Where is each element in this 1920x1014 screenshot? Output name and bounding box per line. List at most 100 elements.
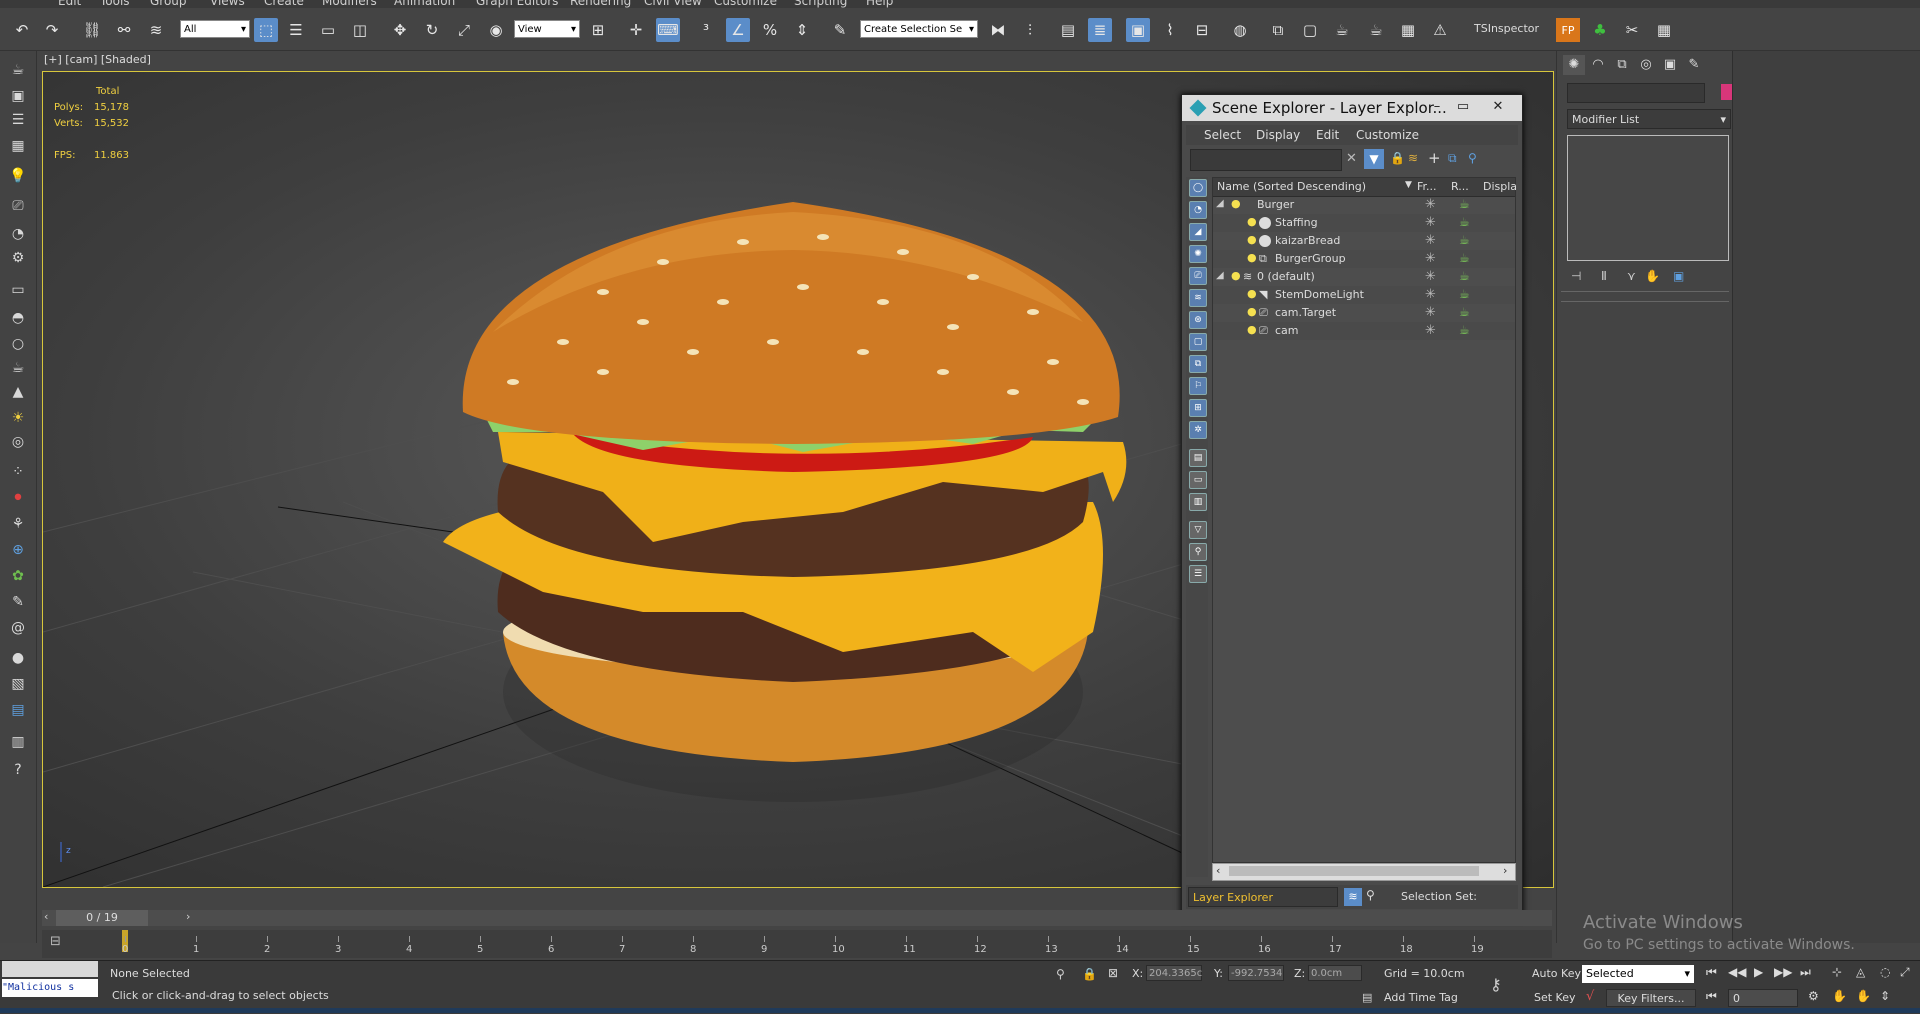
- teapot-icon[interactable]: ☕: [7, 59, 29, 81]
- molecule-icon[interactable]: ⚫: [7, 487, 29, 509]
- menu-edit[interactable]: Edit: [58, 0, 81, 8]
- hierarchy-mode-icon[interactable]: ⚲: [1366, 888, 1375, 902]
- table-icon[interactable]: ▦: [7, 135, 29, 157]
- menu-scripting[interactable]: Scripting: [794, 0, 847, 8]
- edit-named-selection-icon[interactable]: ✎: [828, 18, 852, 42]
- pin-stack-icon[interactable]: ⊣: [1571, 269, 1581, 283]
- light-bulb-icon[interactable]: 💡: [7, 165, 29, 187]
- dome-icon[interactable]: ◓: [7, 307, 29, 329]
- select-none-icon[interactable]: ▭: [1189, 471, 1207, 489]
- tree-row[interactable]: ◢ ● ≋ 0 (default) ✳ ☕: [1213, 268, 1515, 286]
- sphere-solid-icon[interactable]: ●: [7, 647, 29, 669]
- field-of-view-icon[interactable]: ◬: [1856, 965, 1865, 979]
- walkthrough-icon[interactable]: ✋: [1832, 989, 1847, 1003]
- render-frame-icon[interactable]: ▣: [7, 85, 29, 107]
- tree-row[interactable]: ● ⧉ BurgerGroup ✳ ☕: [1213, 250, 1515, 268]
- select-by-name-icon[interactable]: ☰: [284, 18, 308, 42]
- move-icon[interactable]: ✥: [388, 18, 412, 42]
- render-teapot-icon[interactable]: ☕: [1459, 251, 1470, 265]
- auto-key-button[interactable]: Auto Key: [1532, 967, 1581, 980]
- light-bulb-icon[interactable]: ●: [1247, 215, 1257, 228]
- layer-manager-icon[interactable]: ▤: [1056, 18, 1080, 42]
- render-icon[interactable]: ☕: [1330, 18, 1354, 42]
- time-tag-icon[interactable]: ▤: [1362, 991, 1372, 1004]
- curve-editor-mini-icon[interactable]: ⊟: [50, 934, 61, 949]
- horizontal-scrollbar[interactable]: ‹ ›: [1212, 863, 1516, 881]
- tree-icon[interactable]: ♣: [1588, 18, 1612, 42]
- add-layer-icon[interactable]: +: [1428, 149, 1441, 167]
- display-frozen-icon[interactable]: ✲: [1189, 421, 1207, 439]
- align-icon[interactable]: ⫶: [1018, 18, 1042, 42]
- utilities-tab-icon[interactable]: ✎: [1683, 55, 1705, 75]
- next-frame-icon[interactable]: ›: [186, 910, 190, 923]
- time-slider-thumb[interactable]: 0 / 19: [56, 910, 148, 926]
- dolly-icon[interactable]: ⇕: [1880, 989, 1890, 1003]
- zoom-extents-icon[interactable]: ⊹: [1832, 965, 1842, 979]
- display-groups-icon[interactable]: ▢: [1189, 333, 1207, 351]
- display-containers-icon[interactable]: ⊞: [1189, 399, 1207, 417]
- key-mode-icon[interactable]: √: [1586, 989, 1594, 1004]
- display-shapes-icon[interactable]: ◢: [1189, 223, 1207, 241]
- add-time-tag[interactable]: Add Time Tag: [1384, 991, 1458, 1004]
- maximize-viewport-icon[interactable]: ⤢: [1900, 965, 1910, 980]
- se-menu-display[interactable]: Display: [1256, 128, 1300, 142]
- link-icon[interactable]: ⛓: [80, 18, 104, 42]
- globe-icon[interactable]: ⊕: [7, 539, 29, 561]
- tree-row[interactable]: ● ⎚ cam.Target ✳ ☕: [1213, 304, 1515, 322]
- rotate-icon[interactable]: ↻: [420, 18, 444, 42]
- object-name-field[interactable]: [1567, 83, 1705, 103]
- scroll-left-icon[interactable]: ‹: [1216, 864, 1220, 877]
- video-icon[interactable]: ⚙: [7, 247, 29, 269]
- isolate-icon[interactable]: ⚲: [1056, 967, 1065, 981]
- render-cloud-icon[interactable]: ▦: [1396, 18, 1420, 42]
- render-teapot-icon[interactable]: ☕: [1459, 323, 1470, 337]
- scroll-right-icon[interactable]: ›: [1503, 864, 1507, 877]
- named-selection-dropdown[interactable]: Create Selection Se: [860, 20, 978, 39]
- key-mode-toggle-icon[interactable]: ⏮: [1706, 989, 1717, 1004]
- hierarchy-icon[interactable]: ☰: [1189, 565, 1207, 583]
- play-icon[interactable]: ▶: [1754, 965, 1763, 979]
- menu-group[interactable]: Group: [150, 0, 187, 8]
- menu-civil-view[interactable]: Civil View: [644, 0, 702, 8]
- next-frame-icon[interactable]: ▶▶: [1774, 965, 1792, 979]
- display-helpers-icon[interactable]: ≋: [1189, 289, 1207, 307]
- menu-customize[interactable]: Customize: [714, 0, 777, 8]
- list-icon[interactable]: ☰: [7, 109, 29, 131]
- make-unique-icon[interactable]: ⋎: [1627, 269, 1636, 283]
- select-invert-icon[interactable]: ▥: [1189, 493, 1207, 511]
- tree-row[interactable]: ◢ ● Burger ✳ ☕: [1213, 196, 1515, 214]
- pivot-center-icon[interactable]: ⊞: [586, 18, 610, 42]
- scale-icon[interactable]: ⤢: [452, 18, 476, 42]
- render-teapot-icon[interactable]: ☕: [1459, 197, 1470, 211]
- sphere-icon[interactable]: ○: [7, 333, 29, 355]
- light-bulb-icon[interactable]: ●: [1231, 197, 1241, 210]
- unlink-icon[interactable]: ⚯: [112, 18, 136, 42]
- display-all-icon[interactable]: ◯: [1189, 179, 1207, 197]
- orbit-icon[interactable]: ◌: [1880, 965, 1890, 979]
- menu-create[interactable]: Create: [264, 0, 304, 8]
- tree-row[interactable]: ● ◥ StemDomeLight ✳ ☕: [1213, 286, 1515, 304]
- time-slider[interactable]: ‹ 0 / 19 ›: [42, 910, 1552, 926]
- menu-help[interactable]: Help: [866, 0, 893, 8]
- modifier-list-dropdown[interactable]: Modifier List: [1567, 109, 1731, 130]
- track-bar[interactable]: ⊟ 0 1 2 3 4 5 6 7 8 9 10 11 12 13 14 15 16 17 18 19: [42, 930, 1552, 958]
- tree-view-icon[interactable]: ⚘: [7, 513, 29, 535]
- forest-pack-icon[interactable]: FP: [1556, 18, 1580, 42]
- teapot-prim-icon[interactable]: ☕: [7, 357, 29, 379]
- set-key-button[interactable]: Set Key: [1534, 991, 1576, 1004]
- render-teapot-icon[interactable]: ☕: [1459, 287, 1470, 301]
- column-render[interactable]: R...: [1451, 180, 1469, 193]
- column-name[interactable]: Name (Sorted Descending): [1217, 180, 1366, 193]
- scene-explorer-icon[interactable]: ≣: [1088, 18, 1112, 42]
- rect-selection-icon[interactable]: ▭: [316, 18, 340, 42]
- bind-space-warp-icon[interactable]: ≋: [144, 18, 168, 42]
- light-bulb-icon[interactable]: ●: [1247, 305, 1257, 318]
- explorer-type-dropdown[interactable]: Layer Explorer: [1188, 887, 1338, 907]
- scene-explorer-titlebar[interactable]: Scene Explorer - Layer Explor... – ▭ ✕: [1182, 95, 1522, 121]
- absolute-mode-icon[interactable]: ⊠: [1108, 966, 1118, 980]
- layer-mode-icon[interactable]: ≋: [1344, 888, 1362, 906]
- key-filters-button[interactable]: Key Filters...: [1606, 989, 1696, 1007]
- render-teapot-icon[interactable]: ☕: [1459, 215, 1470, 229]
- select-all-icon[interactable]: ▤: [1189, 449, 1207, 467]
- se-menu-edit[interactable]: Edit: [1316, 128, 1339, 142]
